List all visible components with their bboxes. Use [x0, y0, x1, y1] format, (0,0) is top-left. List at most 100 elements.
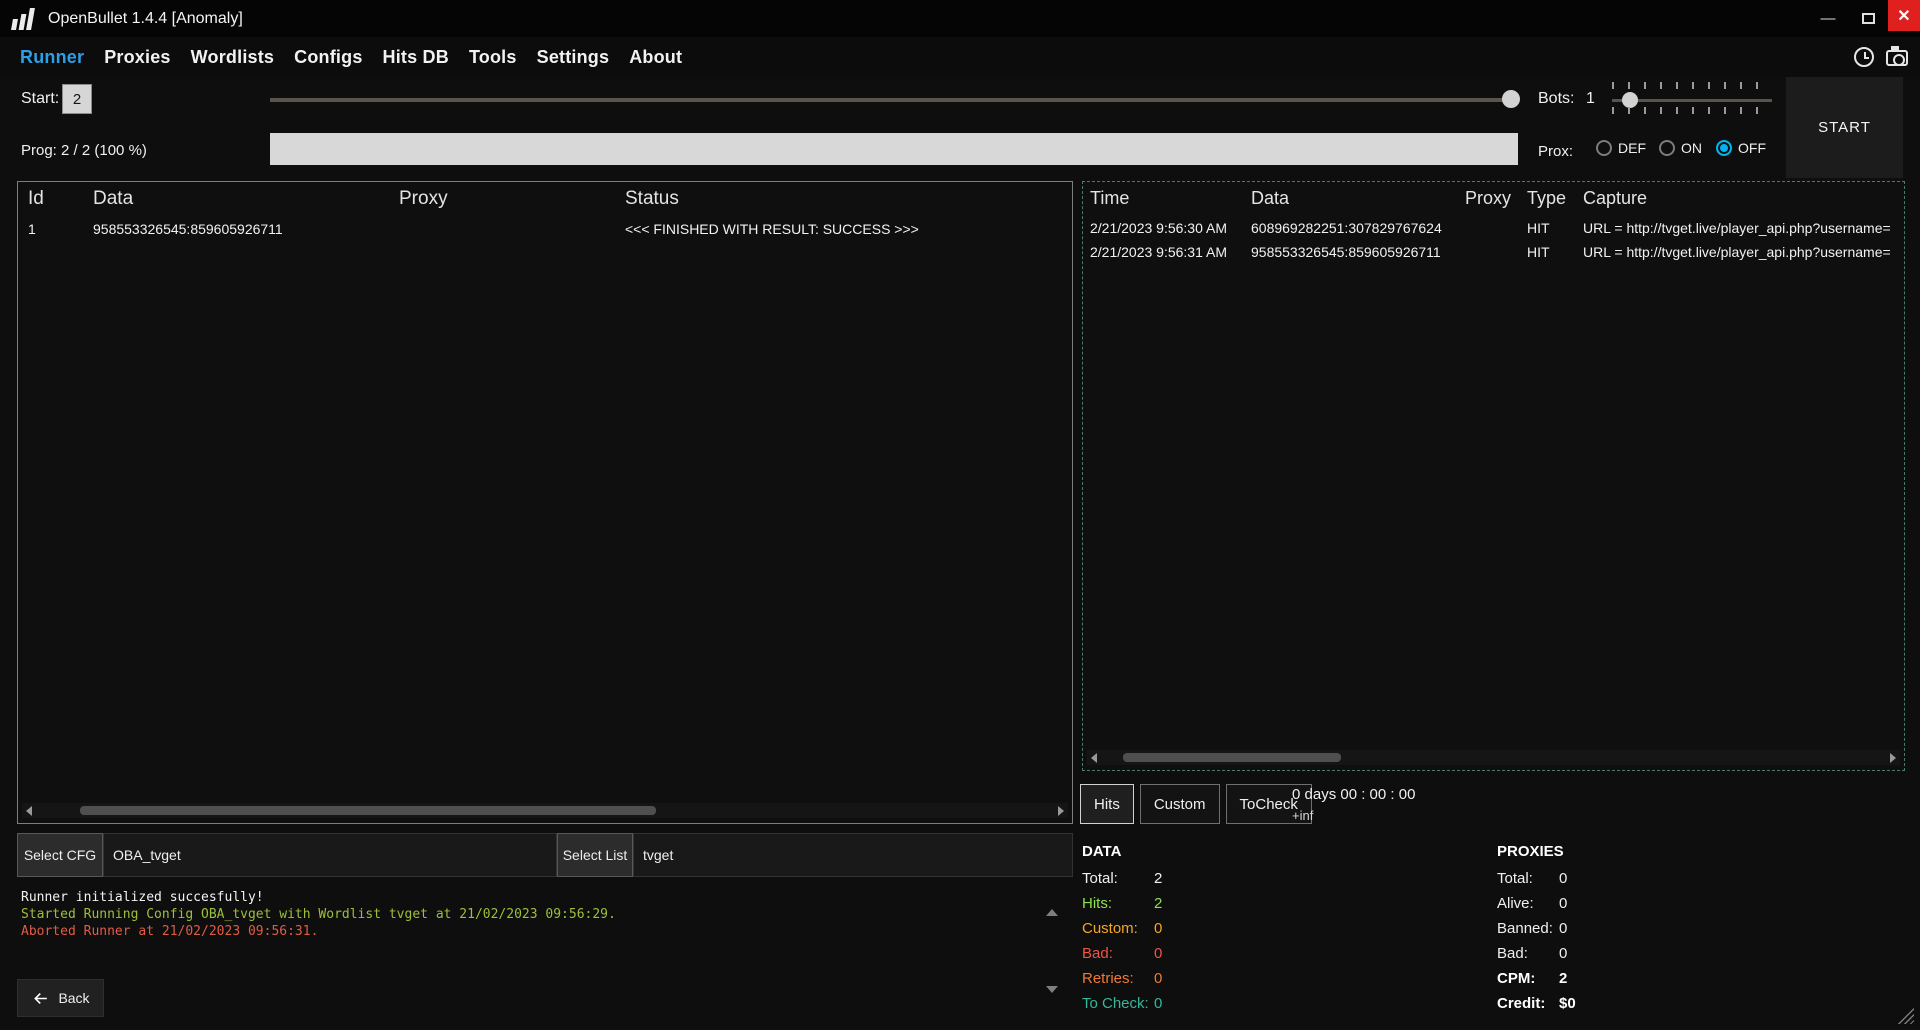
radio-icon	[1659, 140, 1675, 156]
cell-data: 958553326545:859605926711	[93, 217, 399, 241]
scroll-right-icon[interactable]	[1054, 803, 1068, 818]
radio-icon	[1716, 140, 1732, 156]
proxy-stats: Total:0 Alive:0 Banned:0 Bad:0 CPM:2 Cre…	[1497, 866, 1576, 1016]
column-header-data[interactable]: Data	[93, 188, 399, 210]
results-table: Id Data Proxy Status 1 958553326545:8596…	[17, 181, 1073, 824]
cell-proxy	[1465, 240, 1527, 264]
close-button[interactable]: ✕	[1888, 0, 1920, 31]
prox-radio-off[interactable]: OFF	[1716, 140, 1766, 156]
menu-about[interactable]: About	[619, 47, 692, 68]
stat-retries: Retries:0	[1082, 966, 1162, 991]
window-title: OpenBullet 1.4.4 [Anomaly]	[48, 10, 243, 28]
menu-hits-db[interactable]: Hits DB	[373, 47, 459, 68]
stat-proxy-alive: Alive:0	[1497, 891, 1576, 916]
tab-custom[interactable]: Custom	[1140, 784, 1220, 824]
data-stats: Total:2 Hits:2 Custom:0 Bad:0 Retries:0 …	[1082, 866, 1162, 1016]
menu-proxies[interactable]: Proxies	[94, 47, 180, 68]
select-cfg-button[interactable]: Select CFG	[17, 833, 103, 877]
scroll-right-icon[interactable]	[1886, 750, 1900, 765]
cell-id: 1	[28, 217, 93, 241]
maximize-icon	[1862, 13, 1875, 24]
scroll-left-icon[interactable]	[1087, 750, 1101, 765]
minimize-button[interactable]: —	[1808, 0, 1848, 37]
log-scroll-down-icon[interactable]	[1046, 993, 1058, 1011]
radio-icon	[1596, 140, 1612, 156]
scrollbar-track[interactable]	[36, 803, 1054, 818]
elapsed-timer: 0 days 00 : 00 : 00	[1292, 786, 1415, 803]
scrollbar-track[interactable]	[1101, 750, 1886, 765]
log-line: Started Running Config OBA_tvget with Wo…	[21, 906, 1031, 923]
back-button[interactable]: Back	[17, 979, 104, 1017]
stat-bad: Bad:0	[1082, 941, 1162, 966]
start-slider-thumb[interactable]	[1502, 90, 1520, 108]
bots-value: 1	[1586, 90, 1595, 108]
cell-type: HIT	[1527, 240, 1583, 264]
column-header-id[interactable]: Id	[28, 188, 93, 210]
timer-block: 0 days 00 : 00 : 00 +inf	[1292, 786, 1415, 823]
menu-tools[interactable]: Tools	[459, 47, 527, 68]
menu-configs[interactable]: Configs	[284, 47, 372, 68]
column-header-type[interactable]: Type	[1527, 188, 1583, 209]
hits-tabs: Hits Custom ToCheck	[1080, 784, 1312, 824]
scroll-left-icon[interactable]	[22, 803, 36, 818]
results-horizontal-scrollbar[interactable]	[22, 803, 1068, 818]
results-table-header: Id Data Proxy Status	[18, 182, 1072, 210]
hits-horizontal-scrollbar[interactable]	[1087, 750, 1900, 765]
camera-icon[interactable]	[1886, 50, 1908, 66]
cell-time: 2/21/2023 9:56:30 AM	[1090, 216, 1251, 240]
cell-data: 608969282251:307829767624	[1251, 216, 1465, 240]
tab-hits[interactable]: Hits	[1080, 784, 1134, 824]
back-label: Back	[58, 990, 89, 1006]
menu-runner[interactable]: Runner	[10, 47, 94, 68]
table-row[interactable]: 2/21/2023 9:56:31 AM 958553326545:859605…	[1083, 240, 1904, 264]
log-line: Runner initialized succesfully!	[21, 889, 1031, 906]
table-row[interactable]: 2/21/2023 9:56:30 AM 608969282251:307829…	[1083, 216, 1904, 240]
bots-slider-ticks-top	[1612, 82, 1772, 89]
radio-label: DEF	[1618, 140, 1646, 156]
start-slider[interactable]	[270, 98, 1518, 102]
prox-radio-def[interactable]: DEF	[1596, 140, 1646, 156]
progress-label: Prog: 2 / 2 (100 %)	[21, 142, 147, 159]
clock-icon[interactable]	[1854, 47, 1874, 67]
maximize-button[interactable]	[1848, 0, 1888, 37]
column-header-capture[interactable]: Capture	[1583, 188, 1904, 209]
menu-wordlists[interactable]: Wordlists	[181, 47, 284, 68]
cell-type: HIT	[1527, 216, 1583, 240]
radio-label: ON	[1681, 140, 1702, 156]
column-header-proxy[interactable]: Proxy	[399, 188, 625, 210]
stat-tocheck: To Check:0	[1082, 991, 1162, 1016]
log-scroll-up-icon[interactable]	[1046, 892, 1058, 910]
back-arrow-icon	[31, 989, 50, 1008]
cell-time: 2/21/2023 9:56:31 AM	[1090, 240, 1251, 264]
window-controls: — ✕	[1808, 0, 1920, 37]
cell-proxy	[399, 217, 625, 241]
table-row[interactable]: 1 958553326545:859605926711 <<< FINISHED…	[18, 217, 1072, 241]
scrollbar-thumb[interactable]	[1123, 753, 1341, 762]
select-list-button[interactable]: Select List	[557, 833, 633, 877]
menu-settings[interactable]: Settings	[527, 47, 620, 68]
column-header-data[interactable]: Data	[1251, 188, 1465, 209]
start-button[interactable]: START	[1786, 77, 1903, 178]
selected-wordlist-name: tvget	[633, 833, 1073, 877]
prox-radio-on[interactable]: ON	[1659, 140, 1702, 156]
stat-proxy-total: Total:0	[1497, 866, 1576, 891]
stat-credit: Credit:$0	[1497, 991, 1576, 1016]
stat-total: Total:2	[1082, 866, 1162, 891]
start-label: Start:	[21, 90, 59, 108]
start-count-input[interactable]	[62, 84, 92, 114]
bots-slider-thumb[interactable]	[1622, 92, 1638, 108]
cell-data: 958553326545:859605926711	[1251, 240, 1465, 264]
scrollbar-thumb[interactable]	[80, 806, 656, 815]
progress-bar-fill	[270, 133, 1518, 165]
column-header-time[interactable]: Time	[1090, 188, 1251, 209]
bots-slider-ticks-bottom	[1612, 107, 1772, 114]
config-bar: Select CFG OBA_tvget Select List tvget	[17, 833, 1073, 877]
resize-grip[interactable]	[1898, 1008, 1914, 1024]
cpm-limit: +inf	[1292, 808, 1415, 823]
log-line: Aborted Runner at 21/02/2023 09:56:31.	[21, 923, 1031, 940]
bots-label: Bots:	[1538, 90, 1574, 108]
column-header-status[interactable]: Status	[625, 188, 1072, 210]
column-header-proxy[interactable]: Proxy	[1465, 188, 1527, 209]
openbullet-logo-icon	[12, 8, 33, 30]
data-stats-title: DATA	[1082, 843, 1121, 860]
